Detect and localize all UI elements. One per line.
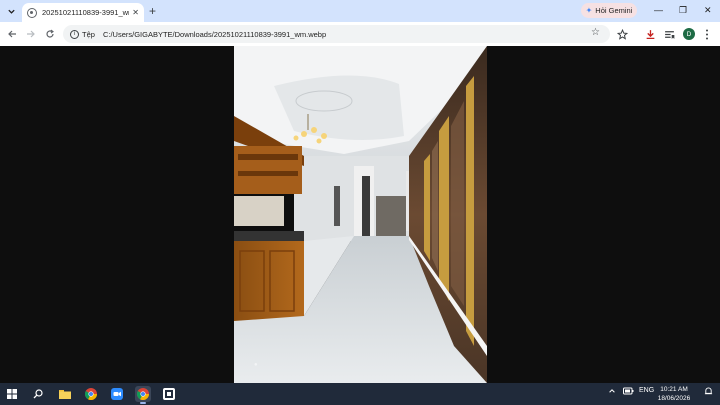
gemini-sparkle-icon: ✦ <box>585 6 593 15</box>
gemini-label: Hỏi Gemini <box>595 6 633 15</box>
tab-search-icon[interactable] <box>4 4 18 18</box>
windows-taskbar: ENG 10:21 AM 18/06/2026 <box>0 383 720 405</box>
extensions-icon[interactable] <box>615 27 629 41</box>
gemini-button[interactable]: ✦ Hỏi Gemini <box>581 3 637 18</box>
clock-date: 18/06/2026 <box>657 395 691 402</box>
chrome-icon[interactable] <box>83 386 99 402</box>
tab-close-icon[interactable]: ✕ <box>132 8 139 17</box>
watermark-logo: ● <box>254 362 258 368</box>
reload-icon[interactable] <box>43 27 57 41</box>
profile-avatar[interactable]: D <box>683 28 695 40</box>
navigation-bar: i Tệp C:/Users/GIGABYTE/Downloads/202510… <box>0 22 720 46</box>
interior-photo[interactable]: ● <box>234 46 487 383</box>
new-tab-button[interactable]: + <box>149 4 156 18</box>
tab-title: 20251021110839-3991_wm.webp <box>42 8 129 17</box>
battery-icon[interactable] <box>623 387 634 397</box>
tab-strip: 20251021110839-3991_wm.webp ✕ + ✦ Hỏi Ge… <box>0 0 720 22</box>
image-viewer: ● <box>0 46 720 383</box>
restore-button[interactable]: ❐ <box>679 4 687 16</box>
file-explorer-icon[interactable] <box>57 386 73 402</box>
system-clock[interactable]: 10:21 AM 18/06/2026 <box>652 385 696 403</box>
tray-overflow-icon[interactable] <box>608 387 616 397</box>
info-icon[interactable]: i <box>70 29 79 39</box>
bookmark-star-icon[interactable]: ☆ <box>591 27 600 38</box>
download-icon[interactable] <box>643 27 657 41</box>
forward-arrow-icon[interactable] <box>24 27 38 41</box>
zoom-icon[interactable] <box>109 386 125 402</box>
reading-list-icon[interactable] <box>662 27 676 41</box>
search-icon[interactable] <box>30 386 46 402</box>
notification-icon[interactable] <box>704 387 713 398</box>
browser-tab[interactable]: 20251021110839-3991_wm.webp ✕ <box>22 3 144 22</box>
back-arrow-icon[interactable] <box>5 27 19 41</box>
menu-kebab-icon[interactable] <box>700 27 714 41</box>
chrome-active-icon[interactable] <box>135 386 151 404</box>
clock-time: 10:21 AM <box>660 386 688 393</box>
file-chip-label: Tệp <box>82 29 95 39</box>
close-window-button[interactable]: ✕ <box>704 4 712 16</box>
windows-start-icon[interactable] <box>4 386 20 402</box>
image-file-icon <box>27 7 37 18</box>
snipping-icon[interactable] <box>161 386 177 402</box>
minimize-button[interactable]: — <box>654 4 663 16</box>
address-bar[interactable]: i Tệp C:/Users/GIGABYTE/Downloads/202510… <box>63 25 610 43</box>
url-text[interactable]: C:/Users/GIGABYTE/Downloads/202510211108… <box>103 30 326 39</box>
